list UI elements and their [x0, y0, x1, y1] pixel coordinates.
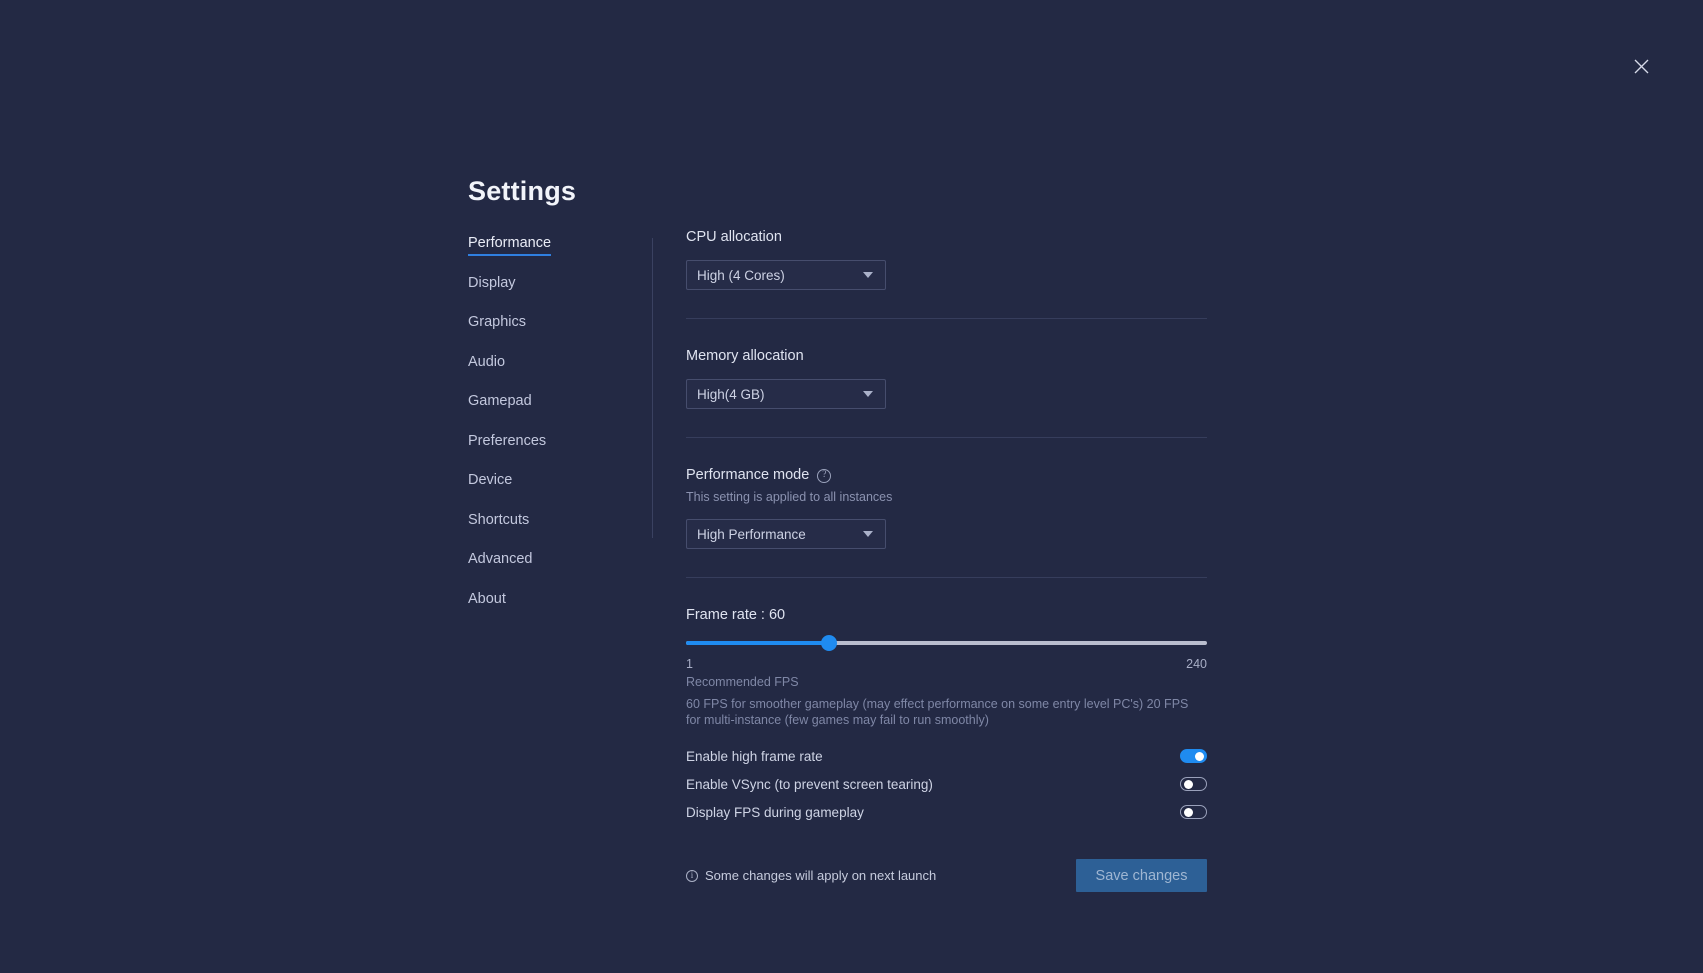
cpu-allocation-value: High (4 Cores) — [697, 267, 785, 283]
chevron-down-icon — [863, 531, 873, 537]
close-button[interactable] — [1627, 52, 1655, 80]
sidebar-row: Gamepad — [468, 392, 633, 432]
sidebar-item-shortcuts[interactable]: Shortcuts — [468, 512, 529, 533]
settings-sidebar: Performance Display Graphics Audio Gamep… — [468, 234, 633, 629]
sidebar-item-about[interactable]: About — [468, 591, 506, 612]
sidebar-item-performance[interactable]: Performance — [468, 235, 552, 256]
info-icon: i — [686, 869, 698, 882]
sidebar-row: Advanced — [468, 550, 633, 590]
sidebar-item-advanced[interactable]: Advanced — [468, 551, 533, 572]
frame-rate-label: Frame rate : 60 — [686, 607, 786, 623]
toggle-knob — [1183, 808, 1193, 817]
sidebar-row: Display — [468, 274, 633, 314]
toggle-row-display-fps: Display FPS during gameplay — [686, 798, 1207, 826]
cpu-allocation-section: CPU allocation High (4 Cores) — [686, 228, 1207, 290]
sidebar-row: Device — [468, 471, 633, 511]
toggle-vsync[interactable] — [1180, 777, 1207, 791]
frame-rate-section: Frame rate : 60 1 240 Recommended FPS 60… — [686, 606, 1207, 728]
status-note: i Some changes will apply on next launch — [686, 868, 936, 883]
sidebar-row: Shortcuts — [468, 511, 633, 551]
toggle-row-high-frame-rate: Enable high frame rate — [686, 742, 1207, 770]
slider-track-fill — [686, 641, 830, 645]
sidebar-row: Preferences — [468, 432, 633, 472]
toggle-list: Enable high frame rate Enable VSync (to … — [686, 742, 1207, 826]
toggle-label: Display FPS during gameplay — [686, 804, 864, 820]
sidebar-item-display[interactable]: Display — [468, 275, 516, 296]
cpu-allocation-label: CPU allocation — [686, 229, 782, 245]
toggle-label: Enable VSync (to prevent screen tearing) — [686, 776, 933, 792]
performance-mode-label-row: Performance mode? — [686, 466, 1207, 484]
cpu-allocation-dropdown[interactable]: High (4 Cores) — [686, 260, 886, 290]
close-icon — [1634, 59, 1649, 74]
memory-allocation-value: High(4 GB) — [697, 386, 765, 402]
sidebar-row: Audio — [468, 353, 633, 393]
recommended-fps-body: 60 FPS for smoother gameplay (may effect… — [686, 697, 1189, 727]
performance-mode-label: Performance mode — [686, 467, 810, 483]
sidebar-item-gamepad[interactable]: Gamepad — [468, 393, 532, 414]
toggle-high-frame-rate[interactable] — [1180, 749, 1207, 763]
settings-main-panel: CPU allocation High (4 Cores) Memory all… — [686, 228, 1207, 892]
sidebar-row: Graphics — [468, 313, 633, 353]
toggle-knob — [1194, 752, 1204, 761]
frame-rate-slider[interactable] — [686, 635, 1207, 651]
toggle-label: Enable high frame rate — [686, 748, 823, 764]
sidebar-item-preferences[interactable]: Preferences — [468, 433, 546, 454]
chevron-down-icon — [863, 272, 873, 278]
help-icon[interactable]: ? — [817, 468, 832, 483]
slider-min-label: 1 — [686, 657, 693, 671]
sidebar-row: About — [468, 590, 633, 630]
recommended-fps-title: Recommended FPS — [686, 675, 799, 689]
sidebar-item-audio[interactable]: Audio — [468, 354, 505, 375]
toggle-knob — [1183, 780, 1193, 789]
toggle-row-vsync: Enable VSync (to prevent screen tearing) — [686, 770, 1207, 798]
toggle-display-fps[interactable] — [1180, 805, 1207, 819]
memory-allocation-dropdown[interactable]: High(4 GB) — [686, 379, 886, 409]
sidebar-item-device[interactable]: Device — [468, 472, 512, 493]
vertical-divider — [652, 238, 653, 538]
page-title: Settings — [468, 176, 577, 206]
performance-mode-dropdown[interactable]: High Performance — [686, 519, 886, 549]
sidebar-item-graphics[interactable]: Graphics — [468, 314, 526, 335]
performance-mode-section: Performance mode? This setting is applie… — [686, 466, 1207, 549]
sidebar-row: Performance — [468, 234, 633, 274]
slider-max-label: 240 — [1186, 657, 1207, 671]
status-note-text: Some changes will apply on next launch — [705, 868, 937, 883]
chevron-down-icon — [863, 391, 873, 397]
settings-footer: i Some changes will apply on next launch… — [686, 859, 1207, 892]
save-changes-button[interactable]: Save changes — [1076, 859, 1207, 892]
performance-mode-note: This setting is applied to all instances — [686, 490, 893, 504]
slider-thumb[interactable] — [821, 635, 838, 651]
memory-allocation-label: Memory allocation — [686, 348, 804, 364]
performance-mode-value: High Performance — [697, 526, 806, 542]
memory-allocation-section: Memory allocation High(4 GB) — [686, 347, 1207, 409]
